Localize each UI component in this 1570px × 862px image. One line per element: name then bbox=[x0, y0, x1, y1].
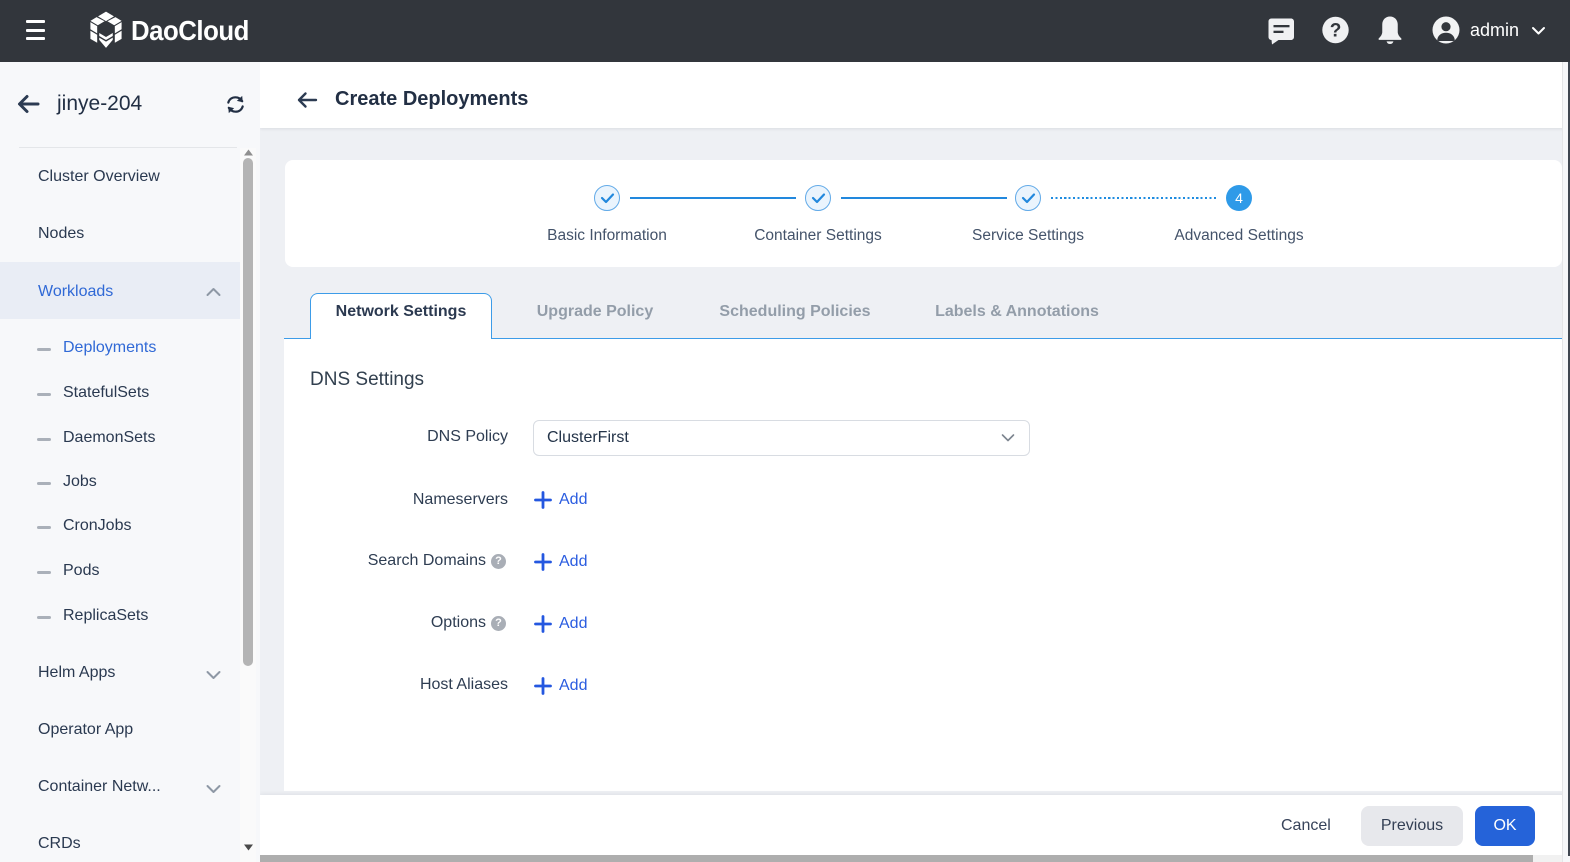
svg-text:?: ? bbox=[1330, 21, 1342, 42]
